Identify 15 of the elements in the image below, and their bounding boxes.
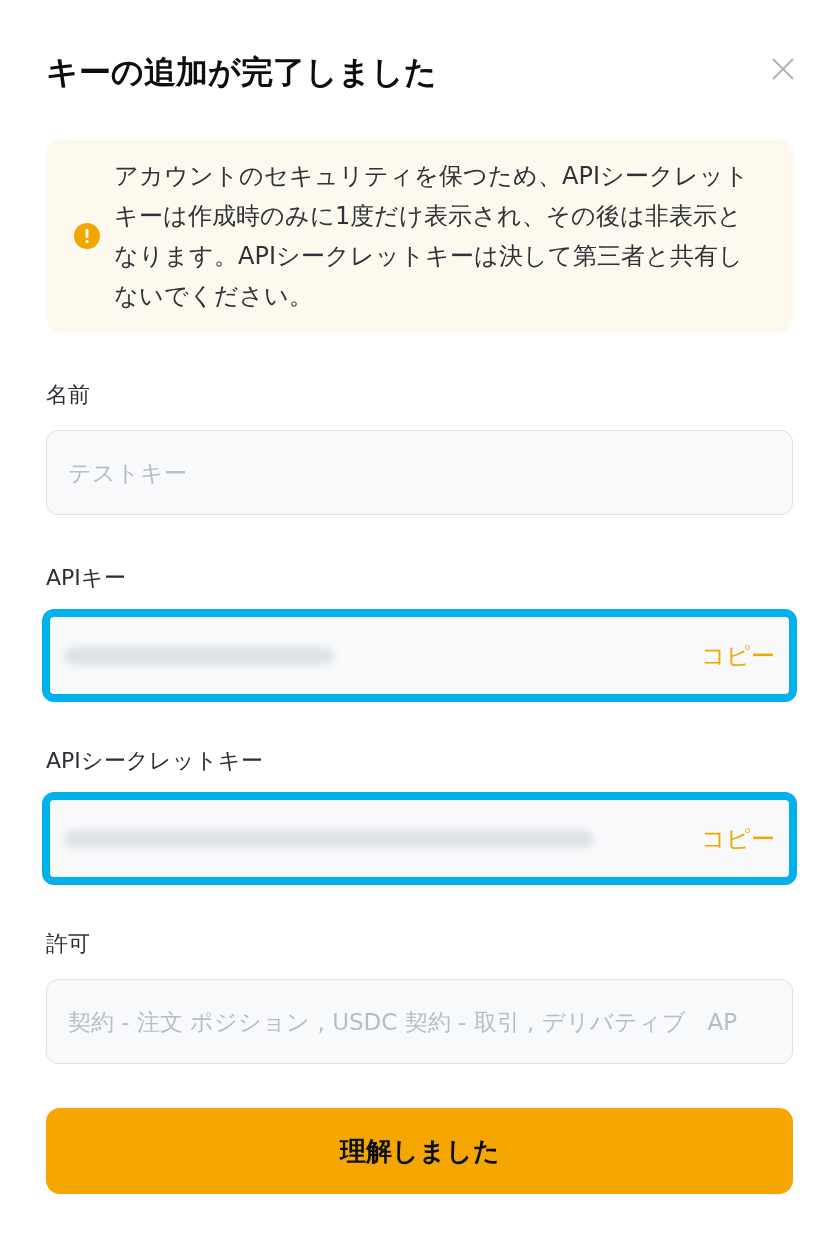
warning-text: アカウントのセキュリティを保つため、APIシークレットキーは作成時のみに1度だけ表示され、その後は非表示となります。APIシークレットキーは決して第三者と共有しないでください。 [114, 161, 750, 312]
field-label: APIシークレットキー [46, 747, 263, 775]
warning-icon [74, 223, 100, 249]
dialog-title: キーの追加が完了しました [46, 52, 437, 93]
field-value: テストキー [68, 458, 187, 488]
field-value: 契約 - 注文 ポジション , USDC 契約 - 取引 , デリバティブ AP [68, 1007, 738, 1037]
copy-button[interactable]: コピー [701, 822, 775, 855]
field-label: 許可 [46, 930, 90, 958]
field-label: 名前 [46, 381, 90, 409]
confirm-button[interactable]: 理解しました [46, 1108, 793, 1194]
api-key-field[interactable]: コピー [42, 609, 797, 702]
close-icon[interactable] [772, 58, 794, 80]
field-label: APIキー [46, 564, 126, 592]
copy-button[interactable]: コピー [701, 639, 775, 672]
secret-key-field[interactable]: コピー [42, 792, 797, 885]
